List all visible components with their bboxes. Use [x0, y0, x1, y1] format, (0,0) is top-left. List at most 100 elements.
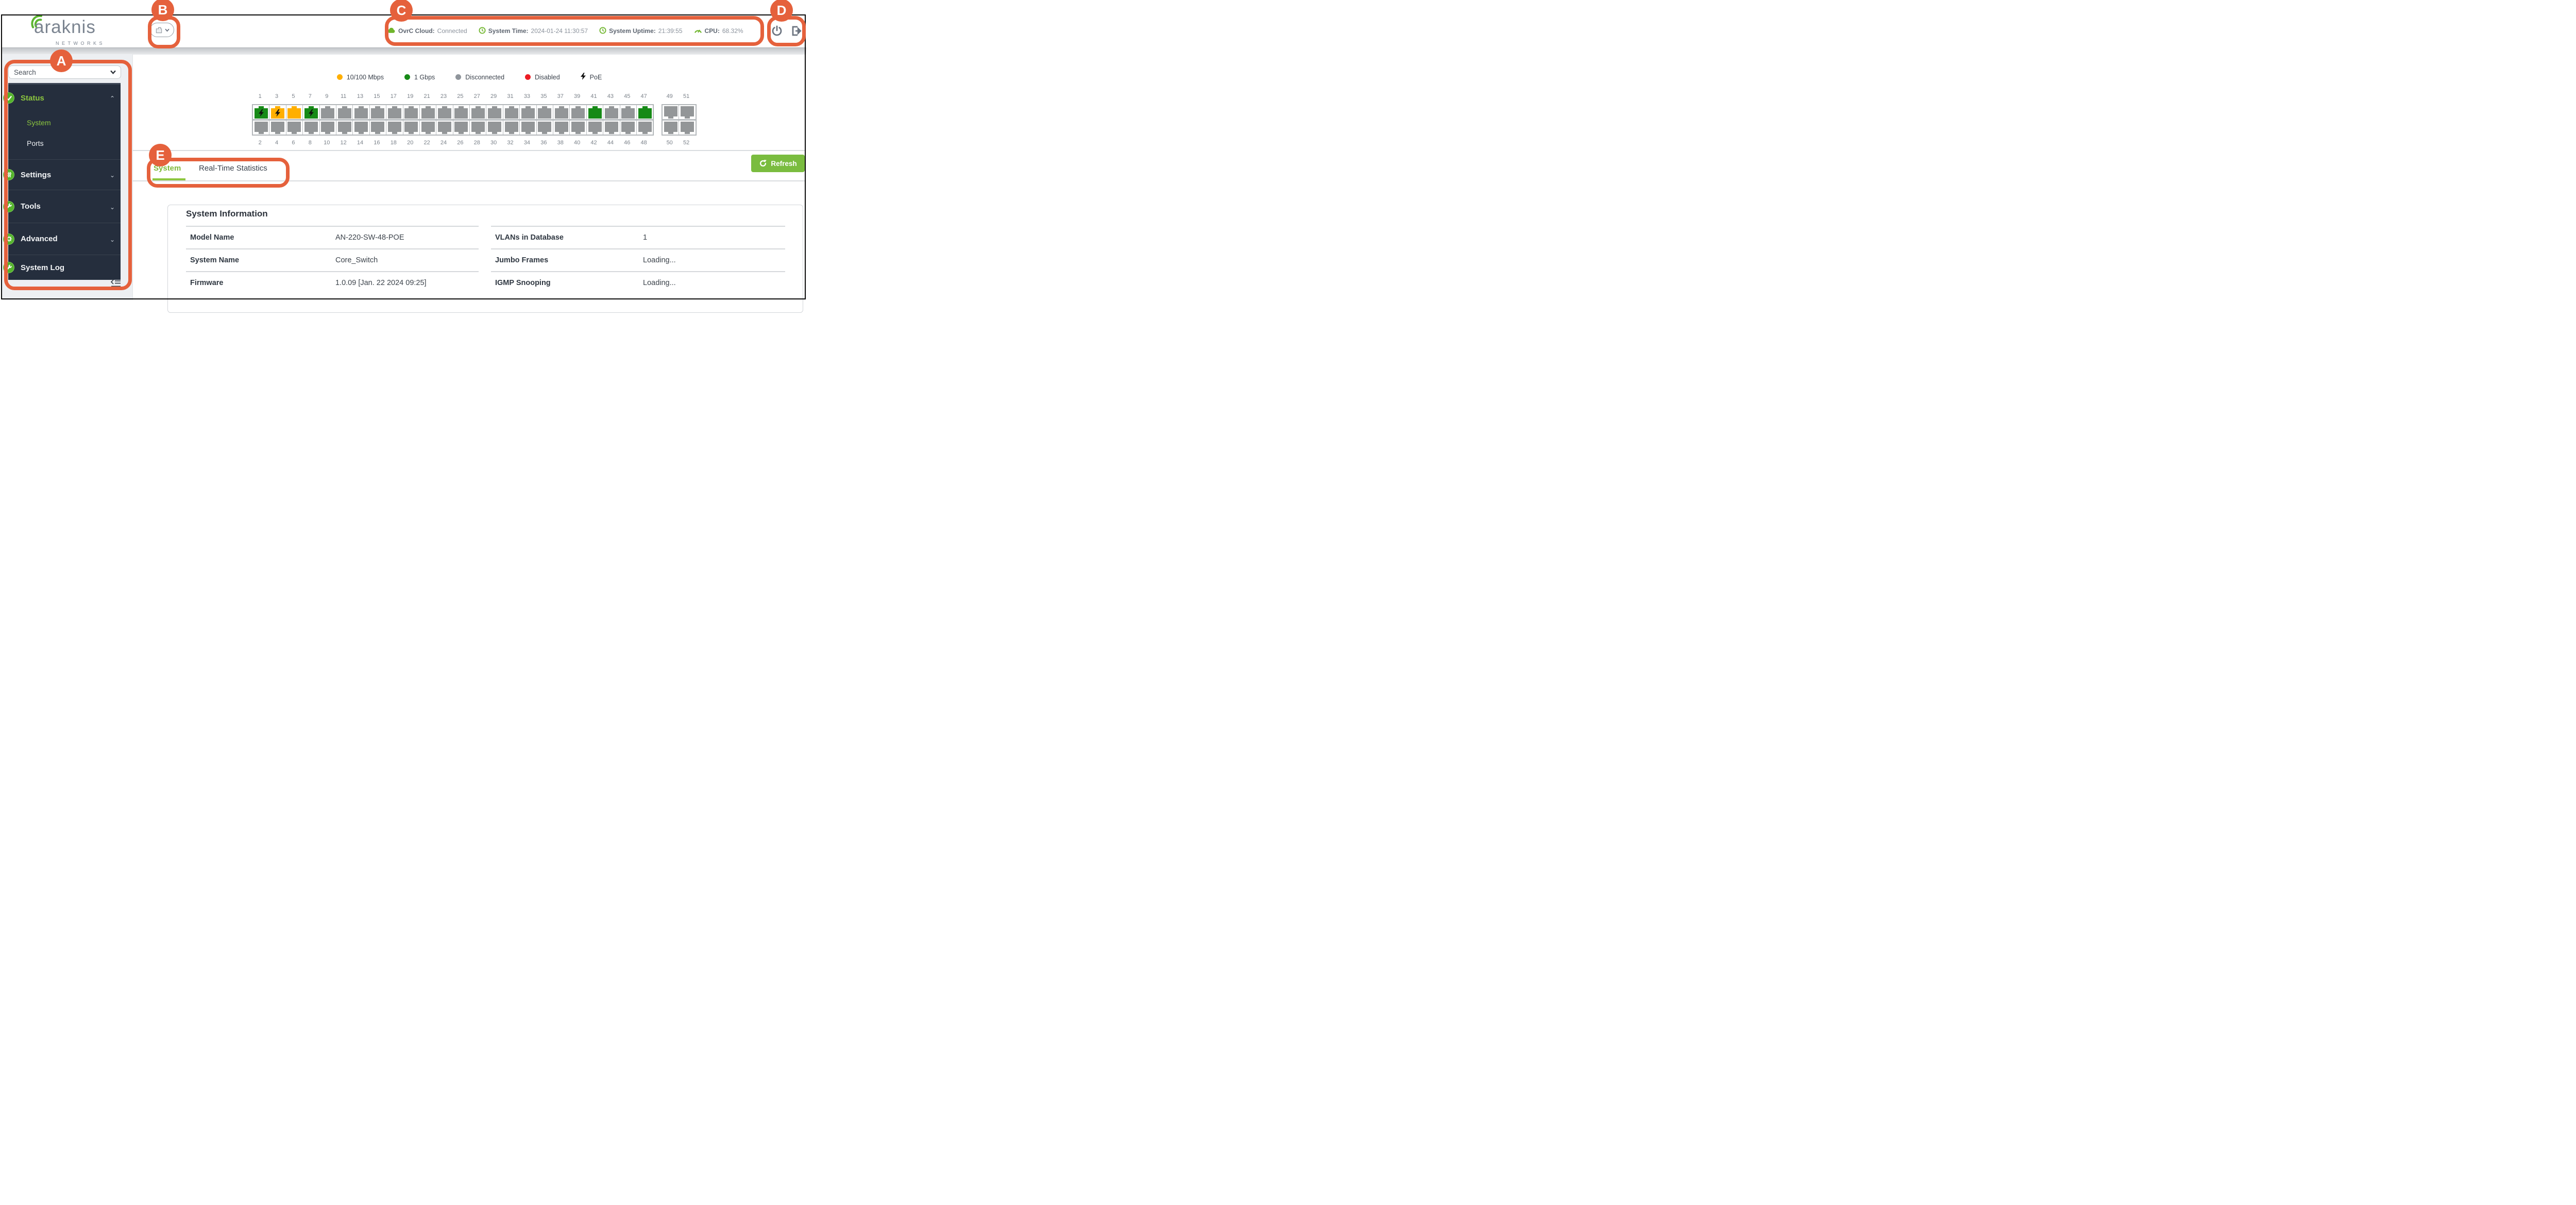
- port-3[interactable]: [269, 105, 285, 119]
- port-11[interactable]: [336, 105, 352, 119]
- info-row-firmware: Firmware1.0.09 [Jan. 22 2024 09:25]: [186, 271, 479, 294]
- port-32[interactable]: [503, 121, 519, 135]
- port-18[interactable]: [386, 121, 402, 135]
- logout-button[interactable]: [790, 25, 803, 40]
- info-row-jumbo-frames: Jumbo FramesLoading...: [491, 248, 785, 271]
- port-number-45: 45: [619, 93, 635, 99]
- port-number-46: 46: [619, 140, 635, 146]
- port-47[interactable]: [637, 105, 653, 119]
- sidebar-item-system[interactable]: System: [27, 119, 121, 127]
- port-13[interactable]: [353, 105, 369, 119]
- info-row-igmp-snooping: IGMP SnoopingLoading...: [491, 271, 785, 294]
- status-item-ovrc-cloud: OvrC Cloud:Connected: [387, 27, 467, 35]
- port-40[interactable]: [570, 121, 586, 135]
- status-item-system-uptime: System Uptime:21:39:55: [599, 27, 682, 36]
- port-16[interactable]: [370, 121, 386, 135]
- port-19[interactable]: [403, 105, 419, 119]
- port-44[interactable]: [603, 121, 619, 135]
- status-item-system-time: System Time:2024-01-24 11:30:57: [479, 27, 588, 36]
- sidebar-section-status[interactable]: Status⌃SystemPorts: [8, 85, 121, 160]
- port-23[interactable]: [436, 105, 452, 119]
- port-45[interactable]: [620, 105, 636, 119]
- callout-letter-d: D: [770, 0, 793, 22]
- port-4[interactable]: [269, 121, 285, 135]
- sidebar-search-dropdown[interactable]: Search: [8, 65, 121, 79]
- cloud-icon: [387, 27, 396, 35]
- refresh-button[interactable]: Refresh: [751, 155, 805, 172]
- legend-item-poe: PoE: [581, 73, 602, 81]
- port-12[interactable]: [336, 121, 352, 135]
- port-2[interactable]: [253, 121, 269, 135]
- chevron-down-icon: ⌄: [110, 236, 115, 243]
- port-34[interactable]: [520, 121, 536, 135]
- port-38[interactable]: [553, 121, 569, 135]
- port-33[interactable]: [520, 105, 536, 119]
- port-7[interactable]: [303, 105, 319, 119]
- port-number-30: 30: [485, 140, 501, 146]
- port-51[interactable]: [679, 105, 695, 119]
- port-number-3: 3: [268, 93, 284, 99]
- sidebar-section-advanced[interactable]: Advanced⌄: [8, 223, 121, 255]
- port-number-21: 21: [419, 93, 435, 99]
- port-52[interactable]: [679, 121, 695, 135]
- port-21[interactable]: [420, 105, 436, 119]
- port-31[interactable]: [503, 105, 519, 119]
- port-43[interactable]: [603, 105, 619, 119]
- port-grid-sfp: [662, 104, 697, 136]
- collapse-sidebar-button[interactable]: [111, 279, 121, 288]
- port-1[interactable]: [253, 105, 269, 119]
- port-20[interactable]: [403, 121, 419, 135]
- port-25[interactable]: [453, 105, 469, 119]
- port-29[interactable]: [486, 105, 502, 119]
- legend-dot: [525, 74, 531, 80]
- tab-real-time-statistics[interactable]: Real-Time Statistics: [199, 164, 267, 173]
- tab-system[interactable]: System: [154, 164, 181, 173]
- port-41[interactable]: [587, 105, 603, 119]
- device-menu-button[interactable]: [150, 23, 174, 37]
- port-30[interactable]: [486, 121, 502, 135]
- port-42[interactable]: [587, 121, 603, 135]
- power-button[interactable]: [771, 25, 783, 40]
- port-36[interactable]: [537, 121, 553, 135]
- port-number-7: 7: [302, 93, 318, 99]
- port-27[interactable]: [470, 105, 486, 119]
- sidebar-item-ports[interactable]: Ports: [27, 139, 121, 147]
- port-26[interactable]: [453, 121, 469, 135]
- port-28[interactable]: [470, 121, 486, 135]
- port-50[interactable]: [663, 121, 679, 135]
- port-number-49: 49: [662, 93, 677, 99]
- clock-icon: [479, 27, 486, 36]
- port-49[interactable]: [663, 105, 679, 119]
- info-row-model-name: Model NameAN-220-SW-48-POE: [186, 226, 479, 248]
- port-14[interactable]: [353, 121, 369, 135]
- sidebar-section-system-log[interactable]: System Log: [8, 255, 121, 280]
- sidebar-section-tools[interactable]: Tools⌄: [8, 190, 121, 223]
- port-17[interactable]: [386, 105, 402, 119]
- port-37[interactable]: [553, 105, 569, 119]
- port-number-2: 2: [252, 140, 268, 146]
- port-6[interactable]: [286, 121, 302, 135]
- legend-item-10-100-mbps: 10/100 Mbps: [337, 74, 384, 81]
- port-number-16: 16: [369, 140, 385, 146]
- callout-letter-e: E: [149, 144, 172, 166]
- port-15[interactable]: [370, 105, 386, 119]
- port-8[interactable]: [303, 121, 319, 135]
- callout-letter-b: B: [151, 0, 174, 21]
- port-9[interactable]: [320, 105, 336, 119]
- port-number-24: 24: [435, 140, 451, 146]
- port-number-9: 9: [319, 93, 335, 99]
- port-10[interactable]: [320, 121, 336, 135]
- port-48[interactable]: [637, 121, 653, 135]
- sidebar-section-settings[interactable]: Settings⌄: [8, 160, 121, 190]
- port-39[interactable]: [570, 105, 586, 119]
- port-5[interactable]: [286, 105, 302, 119]
- port-number-43: 43: [602, 93, 618, 99]
- port-22[interactable]: [420, 121, 436, 135]
- port-35[interactable]: [537, 105, 553, 119]
- port-46[interactable]: [620, 121, 636, 135]
- chevron-down-icon: [165, 28, 170, 32]
- port-number-37: 37: [552, 93, 568, 99]
- port-number-27: 27: [469, 93, 485, 99]
- port-24[interactable]: [436, 121, 452, 135]
- legend-dot: [404, 74, 410, 80]
